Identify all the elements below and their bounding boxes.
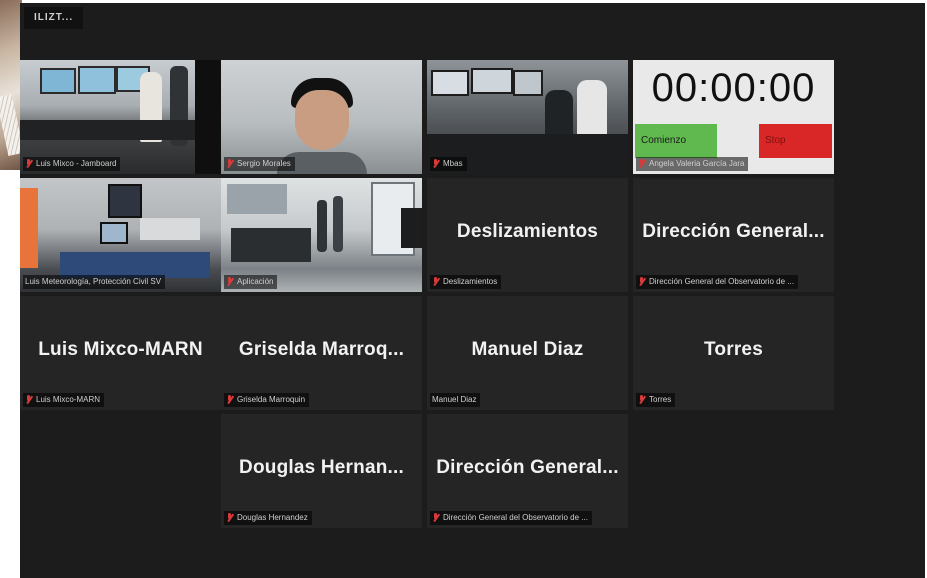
participant-caption: Angela Valeria García Jara [636,157,749,171]
participant-name: Dirección General del Observatorio de ..… [443,513,588,522]
mic-off-icon [432,513,439,523]
video-tile-sergio[interactable]: Sergio Morales [221,60,422,174]
participant-name: Angela Valeria García Jara [649,159,745,168]
name-tile-torres[interactable]: Torres Torres [633,296,834,410]
participant-name: Douglas Hernandez [237,513,308,522]
participant-name: Manuel Diaz [432,395,477,404]
participant-name: Luis Mixco-MARN [36,395,101,404]
video-tile-mbas[interactable]: Mbas [427,60,628,174]
participant-display-name: Dirección General... [642,221,825,242]
name-tile-manuel-diaz[interactable]: Manuel Diaz Manuel Diaz [427,296,628,410]
timer-display: 00:00:00 [651,66,816,110]
participant-display-name: Dirección General... [436,457,619,478]
mic-off-icon [226,513,233,523]
participant-name: Mbas [443,159,463,168]
timer-start-button[interactable]: Comienzo [635,124,717,158]
name-tile-direccion-general-2[interactable]: Dirección General... Dirección General d… [427,414,628,528]
participant-name: Luis Meteorología, Protección Civil SV [25,277,162,286]
participant-display-name: Douglas Hernan... [239,457,404,478]
mic-off-icon [25,159,32,169]
participant-display-name: Torres [704,339,763,360]
timer-stop-button[interactable]: Stop [759,124,832,158]
participant-display-name: Manuel Diaz [471,339,584,360]
participant-caption: Luis Meteorología, Protección Civil SV [23,275,166,289]
participant-name: Griselda Marroquin [237,395,306,404]
participant-name: Deslizamientos [443,277,498,286]
participant-display-name: Luis Mixco-MARN [38,339,203,360]
participant-display-name: Griselda Marroq... [238,339,405,360]
participant-caption: Luis Mixco - Jamboard [23,157,121,171]
participant-caption: Douglas Hernandez [224,511,312,525]
video-tile-timer[interactable]: 00:00:00 Comienzo Stop Angela Valeria Ga… [633,60,834,174]
participant-caption: Griselda Marroquin [224,393,310,407]
name-tile-griselda[interactable]: Griselda Marroq... Griselda Marroquin [221,296,422,410]
name-tile-luis-mixco-marn[interactable]: Luis Mixco-MARN Luis Mixco-MARN [20,296,221,410]
participant-caption: Torres [636,393,676,407]
participant-caption: Manuel Diaz [430,393,481,407]
video-tile-luis-jamboard[interactable]: Luis Mixco - Jamboard [20,60,221,174]
video-tile-luis-meteorologia[interactable]: Luis Meteorología, Protección Civil SV [20,178,221,292]
name-tile-direccion-general-1[interactable]: Dirección General... Dirección General d… [633,178,834,292]
participant-name: Dirección General del Observatorio de ..… [649,277,794,286]
mic-off-icon [226,159,233,169]
participant-caption: Aplicación [224,275,278,289]
window-title: ILIZT... [24,7,84,29]
video-tile-aplicacion[interactable]: Aplicación [221,178,422,292]
mic-off-icon [432,277,439,287]
participant-caption: Deslizamientos [430,275,502,289]
name-tile-deslizamientos[interactable]: Deslizamientos Deslizamientos [427,178,628,292]
participant-caption: Dirección General del Observatorio de ..… [636,275,798,289]
name-tile-douglas[interactable]: Douglas Hernan... Douglas Hernandez [221,414,422,528]
background-photo [0,0,25,170]
mic-off-icon [226,277,233,287]
mic-off-icon [638,395,645,405]
participant-caption: Dirección General del Observatorio de ..… [430,511,592,525]
participant-name: Torres [649,395,672,404]
participant-caption: Luis Mixco-MARN [23,393,105,407]
mic-off-icon [25,395,32,405]
mic-off-icon [432,159,439,169]
mic-off-icon [638,277,645,287]
participant-name: Luis Mixco - Jamboard [36,159,117,168]
participant-name: Aplicación [237,277,274,286]
participant-caption: Sergio Morales [224,157,295,171]
participant-name: Sergio Morales [237,159,291,168]
meeting-window: ILIZT... Luis Mixco - Jamboard Sergio Mo… [20,3,925,578]
mic-off-icon [226,395,233,405]
mic-off-icon [638,159,645,169]
participant-caption: Mbas [430,157,467,171]
participant-display-name: Deslizamientos [456,221,599,242]
